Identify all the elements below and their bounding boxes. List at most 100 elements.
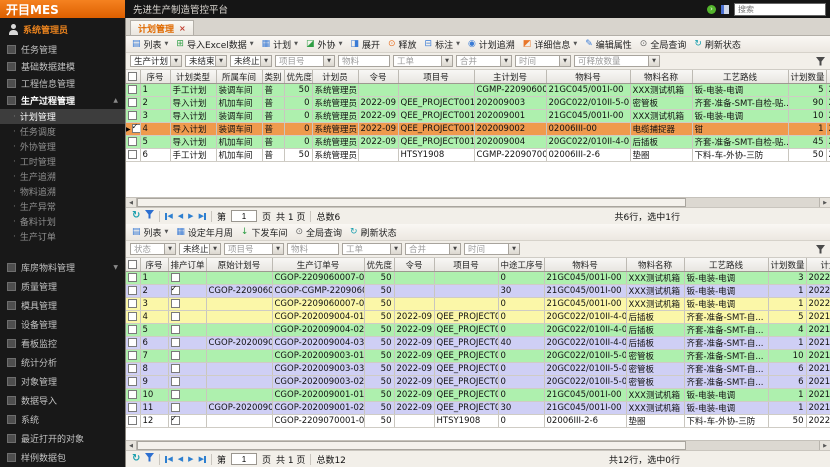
dropdown-arrow-icon[interactable]: ▼ bbox=[339, 41, 343, 47]
column-header[interactable]: 序号 bbox=[140, 258, 168, 272]
plan-type-select[interactable]: 生产计划▼ bbox=[130, 55, 182, 67]
checkbox-icon[interactable] bbox=[171, 312, 180, 321]
table-row[interactable]: 3CGOP-2209060007-0250021GC045/001I-00XXX… bbox=[126, 298, 830, 311]
checkbox-icon[interactable] bbox=[128, 260, 137, 269]
column-header[interactable]: 物料号 bbox=[544, 258, 626, 272]
sidebar-item-material-prep-plan[interactable]: ·备料计划 bbox=[0, 214, 125, 229]
checkbox-icon[interactable] bbox=[132, 124, 140, 133]
row-select-cell[interactable] bbox=[126, 376, 140, 389]
column-header[interactable]: 类别 bbox=[262, 70, 284, 84]
sidebar-item-production-exception[interactable]: ·生产异常 bbox=[0, 199, 125, 214]
material-filter[interactable]: 物料 bbox=[287, 243, 339, 255]
column-header[interactable]: 计划开始时间 bbox=[806, 258, 830, 272]
horizontal-scrollbar[interactable]: ◀ ▶ bbox=[126, 440, 830, 450]
material-filter[interactable]: 物料 bbox=[338, 55, 390, 67]
last-page-icon[interactable]: ▶ bbox=[199, 455, 206, 463]
sidebar-item-task-scheduling[interactable]: ·任务调度 bbox=[0, 124, 125, 139]
page-number-input[interactable] bbox=[231, 453, 257, 465]
chevron-down-icon[interactable]: ▼ bbox=[441, 56, 452, 66]
chevron-down-icon[interactable]: ▼ bbox=[215, 56, 226, 66]
dispatch-workshop-button[interactable]: ↓下发车间 bbox=[241, 226, 288, 239]
table-row[interactable]: 7CGOP-202009003-01502022-09QEE_PROJECT00… bbox=[126, 350, 830, 363]
horizontal-scrollbar[interactable]: ◀ ▶ bbox=[126, 197, 830, 207]
annotate-button[interactable]: ⊟标注▼ bbox=[425, 38, 460, 51]
sidebar-item-quality-management[interactable]: 质量管理 bbox=[0, 277, 125, 296]
next-page-icon[interactable]: ▶ bbox=[188, 212, 193, 220]
chevron-down-icon[interactable]: ▼ bbox=[323, 56, 334, 66]
row-select-cell[interactable] bbox=[126, 311, 140, 324]
column-header[interactable]: 原始计划号 bbox=[206, 258, 272, 272]
online-status-icon[interactable]: › bbox=[707, 5, 716, 14]
refresh-icon[interactable]: ↻ bbox=[132, 454, 140, 464]
sidebar-item-sample-data-package[interactable]: 样例数据包 bbox=[0, 448, 125, 467]
chevron-down-icon[interactable]: ▼ bbox=[260, 56, 271, 66]
row-select-cell[interactable] bbox=[126, 97, 140, 110]
table-row[interactable]: 2导入计划机加车间普0系统管理员2022-09QEE_PROJECT001202… bbox=[126, 97, 830, 110]
sidebar-item-production-order[interactable]: ·生产订单 bbox=[0, 229, 125, 244]
scroll-left-icon[interactable]: ◀ bbox=[126, 198, 137, 207]
row-select-cell[interactable] bbox=[126, 324, 140, 337]
checkbox-icon[interactable] bbox=[128, 416, 137, 425]
sidebar-item-statistics-analysis[interactable]: 统计分析 bbox=[0, 353, 125, 372]
not-terminated-select[interactable]: 未终止▼ bbox=[230, 55, 272, 67]
column-header[interactable]: 主计划号 bbox=[474, 70, 546, 84]
list-button[interactable]: ▤列表▼ bbox=[132, 38, 168, 51]
checkbox-icon[interactable] bbox=[171, 338, 180, 347]
column-header[interactable]: 排产订单 bbox=[168, 258, 206, 272]
checkbox-icon[interactable] bbox=[171, 299, 180, 308]
sidebar-item-warehouse-material-management[interactable]: 库房物料管理▼ bbox=[0, 258, 125, 277]
row-select-cell[interactable] bbox=[126, 363, 140, 376]
row-select-cell[interactable] bbox=[126, 136, 140, 149]
table-row[interactable]: 12CGOP-2209070001-0150HTSY1908002006III-… bbox=[126, 415, 830, 428]
refresh-icon[interactable]: ↻ bbox=[132, 211, 140, 221]
table-row[interactable]: 5CGOP-202009004-02502022-09QEE_PROJECT00… bbox=[126, 324, 830, 337]
merge-select[interactable]: 合并▼ bbox=[405, 243, 461, 255]
filter-funnel-icon[interactable] bbox=[816, 245, 825, 257]
row-select-cell[interactable] bbox=[126, 350, 140, 363]
column-header[interactable]: 项目号 bbox=[398, 70, 474, 84]
column-header[interactable]: 计划数量 bbox=[788, 70, 826, 84]
next-page-icon[interactable]: ▶ bbox=[188, 455, 193, 463]
chevron-down-icon[interactable]: ▼ bbox=[500, 56, 511, 66]
column-header[interactable]: 中途工序号 bbox=[498, 258, 544, 272]
filter-icon[interactable] bbox=[145, 210, 154, 222]
column-header[interactable]: 项目号 bbox=[434, 258, 498, 272]
filter-icon[interactable] bbox=[145, 453, 154, 465]
checkbox-icon[interactable] bbox=[128, 403, 137, 412]
column-header[interactable]: 工艺路线 bbox=[684, 258, 768, 272]
last-page-icon[interactable]: ▶ bbox=[199, 212, 206, 220]
row-select-cell[interactable] bbox=[126, 415, 140, 428]
column-header[interactable]: 计划数量 bbox=[768, 258, 806, 272]
row-select-cell[interactable] bbox=[126, 272, 140, 285]
page-number-input[interactable] bbox=[231, 210, 257, 222]
column-header[interactable]: 计划类型 bbox=[170, 70, 216, 84]
column-header[interactable]: 令号 bbox=[394, 258, 434, 272]
dropdown-arrow-icon[interactable]: ▼ bbox=[573, 41, 577, 47]
tab-close-icon[interactable]: × bbox=[179, 24, 186, 33]
scroll-right-icon[interactable]: ▶ bbox=[819, 441, 830, 450]
dropdown-arrow-icon[interactable]: ▼ bbox=[165, 41, 169, 47]
checkbox-icon[interactable] bbox=[128, 390, 137, 399]
checkbox-icon[interactable] bbox=[171, 273, 180, 282]
table-row[interactable]: 6CGOP-202009004-02CGOP-202009004-0350202… bbox=[126, 337, 830, 350]
release-button[interactable]: ⊙释放 bbox=[388, 38, 417, 51]
checkbox-icon[interactable] bbox=[128, 377, 137, 386]
detail-info-button[interactable]: ◩详细信息▼ bbox=[523, 38, 577, 51]
checkbox-icon[interactable] bbox=[128, 351, 137, 360]
outsource-button[interactable]: ◪外协▼ bbox=[306, 38, 342, 51]
dropdown-arrow-icon[interactable]: ▼ bbox=[250, 41, 254, 47]
chevron-down-icon[interactable]: ▼ bbox=[648, 56, 659, 66]
project-no-select[interactable]: 项目号▼ bbox=[224, 243, 284, 255]
column-header[interactable]: 优先度 bbox=[284, 70, 312, 84]
column-header[interactable]: 物料名称 bbox=[626, 258, 684, 272]
table-row[interactable]: 3导入计划装调车间普0系统管理员2022-09QEE_PROJECT001202… bbox=[126, 110, 830, 123]
column-header[interactable]: 令号 bbox=[358, 70, 398, 84]
checkbox-icon[interactable] bbox=[171, 390, 180, 399]
sidebar-item-work-hours-management[interactable]: ·工时管理 bbox=[0, 154, 125, 169]
work-order-filter[interactable]: 工单▼ bbox=[393, 55, 453, 67]
checkbox-icon[interactable] bbox=[128, 150, 137, 159]
checkbox-icon[interactable] bbox=[128, 85, 137, 94]
scroll-right-icon[interactable]: ▶ bbox=[819, 198, 830, 207]
table-row[interactable]: 1手工计划装调车间普50系统管理员CGMP-220906000721GC045/… bbox=[126, 84, 830, 97]
chevron-down-icon[interactable]: ▼ bbox=[170, 56, 181, 66]
